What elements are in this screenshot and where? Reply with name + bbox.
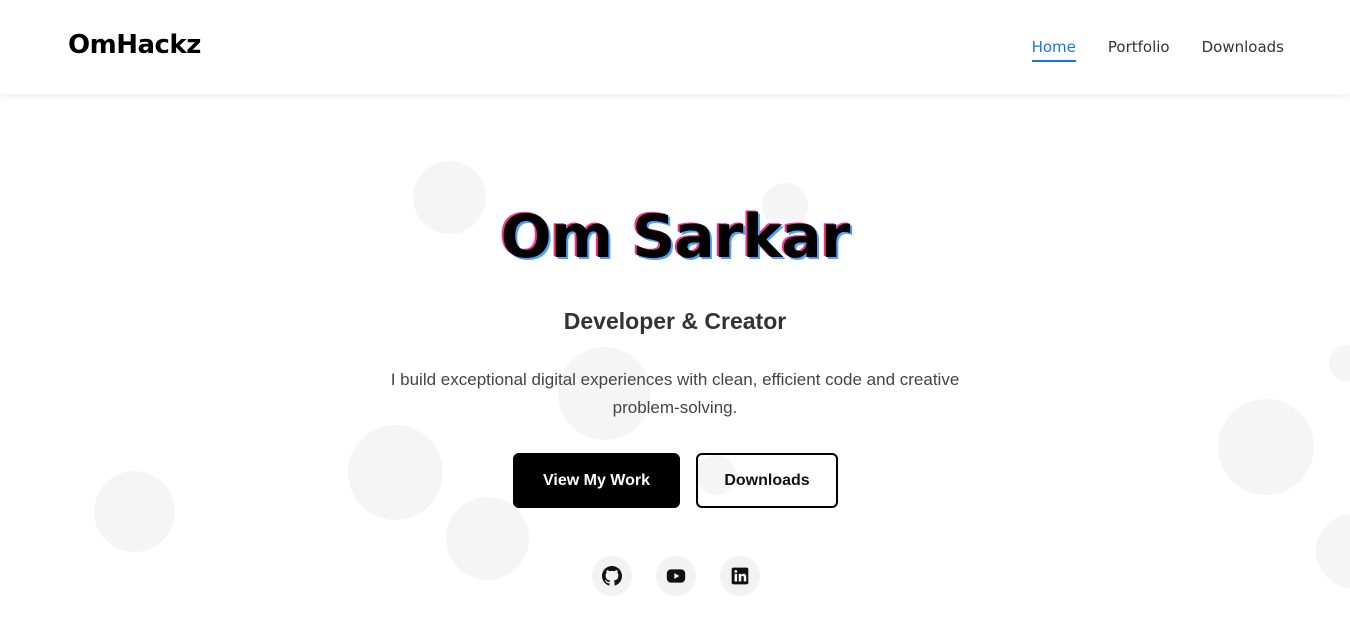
view-my-work-button[interactable]: View My Work — [513, 453, 680, 508]
youtube-icon — [666, 569, 686, 583]
hero-name: Om Sarkar — [500, 202, 851, 272]
site-logo[interactable]: OmHackz — [68, 30, 201, 60]
site-header: OmHackz Home Portfolio Downloads — [0, 0, 1350, 94]
nav-item-portfolio[interactable]: Portfolio — [1108, 38, 1170, 62]
linkedin-icon — [731, 567, 749, 585]
hero-section: Om Sarkar Developer & Creator I build ex… — [0, 94, 1350, 637]
social-links — [592, 556, 760, 596]
github-icon — [602, 566, 622, 586]
main-nav: Home Portfolio Downloads — [1031, 38, 1284, 62]
hero-subtitle: Developer & Creator — [563, 308, 787, 334]
hero-description: I build exceptional digital experiences … — [390, 370, 960, 417]
linkedin-link[interactable] — [720, 556, 760, 596]
nav-item-home[interactable]: Home — [1031, 38, 1076, 62]
github-link[interactable] — [592, 556, 632, 596]
youtube-link[interactable] — [656, 556, 696, 596]
downloads-button[interactable]: Downloads — [696, 453, 838, 508]
nav-item-downloads[interactable]: Downloads — [1202, 38, 1284, 62]
